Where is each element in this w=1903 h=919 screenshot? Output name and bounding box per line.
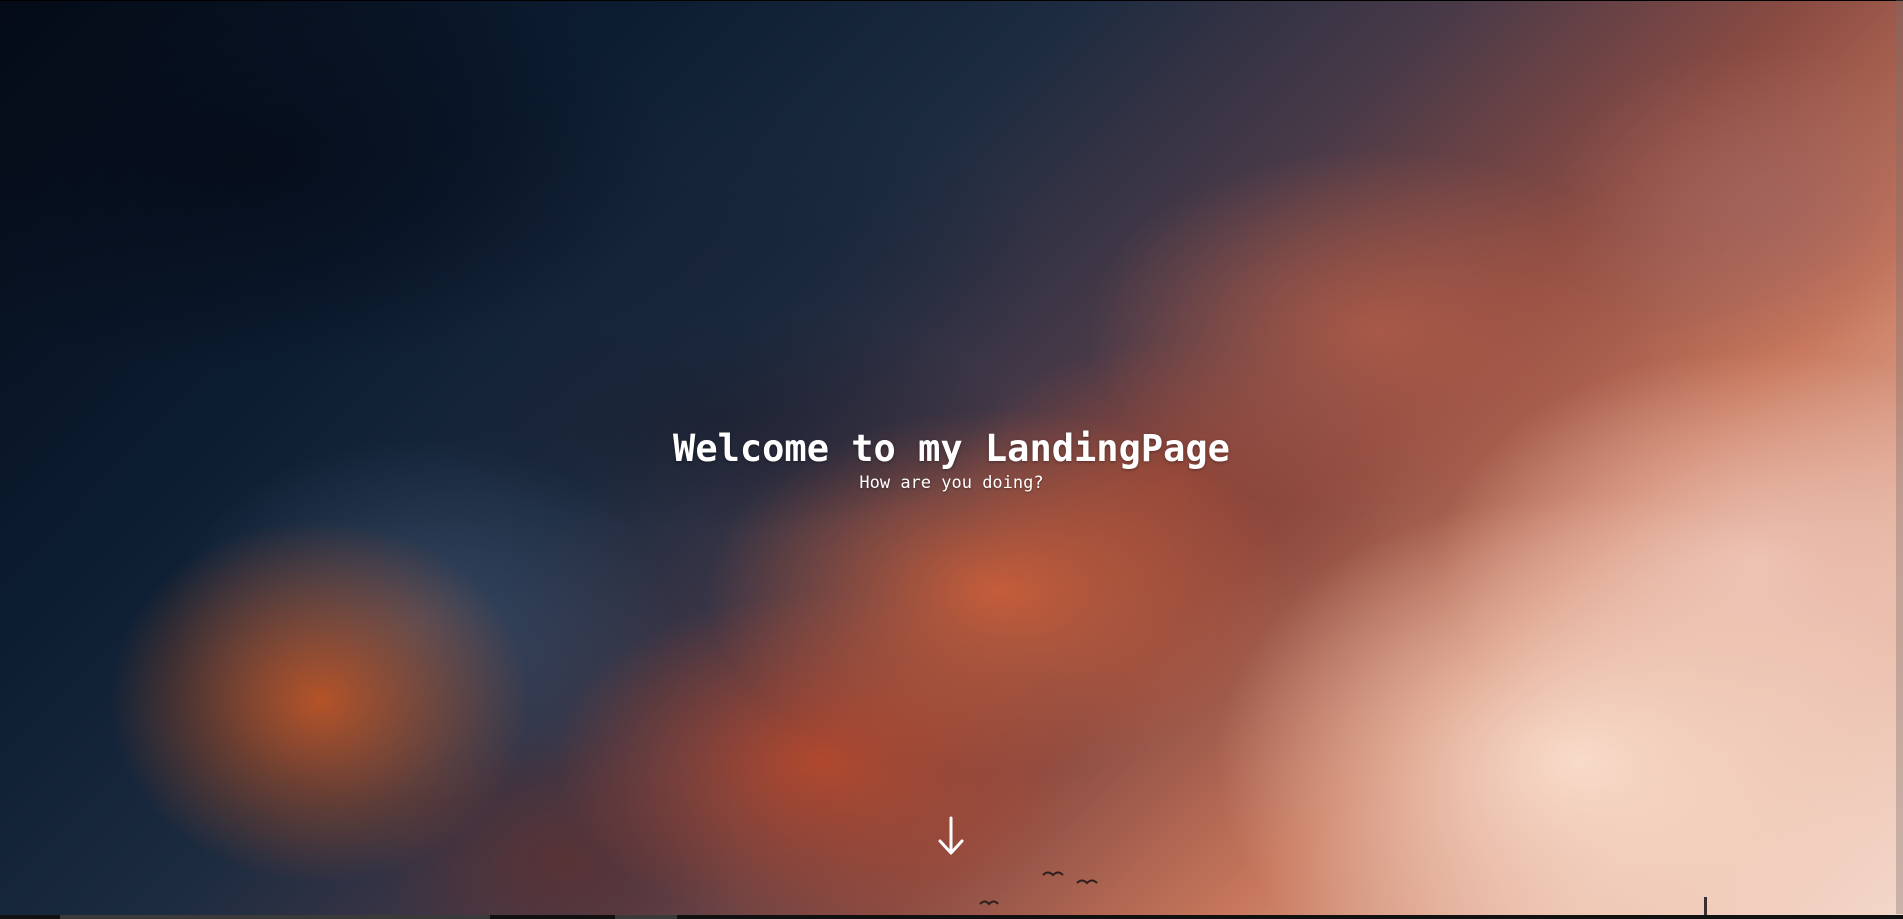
bottom-edge-segment [60,915,490,919]
bottom-edge-segment [615,915,677,919]
scroll-down-button[interactable] [929,813,973,859]
hero-subtitle: How are you doing? [859,473,1044,493]
hero-section: Welcome to my LandingPage How are you do… [0,1,1903,915]
arrow-down-icon [938,816,964,855]
bottom-edge [0,915,1903,919]
landing-page: Welcome to my LandingPage How are you do… [0,0,1903,919]
hero-heading-group: Welcome to my LandingPage How are you do… [0,427,1903,493]
page-scrollbar[interactable] [1896,0,1903,914]
hero-title: Welcome to my LandingPage [673,427,1230,470]
